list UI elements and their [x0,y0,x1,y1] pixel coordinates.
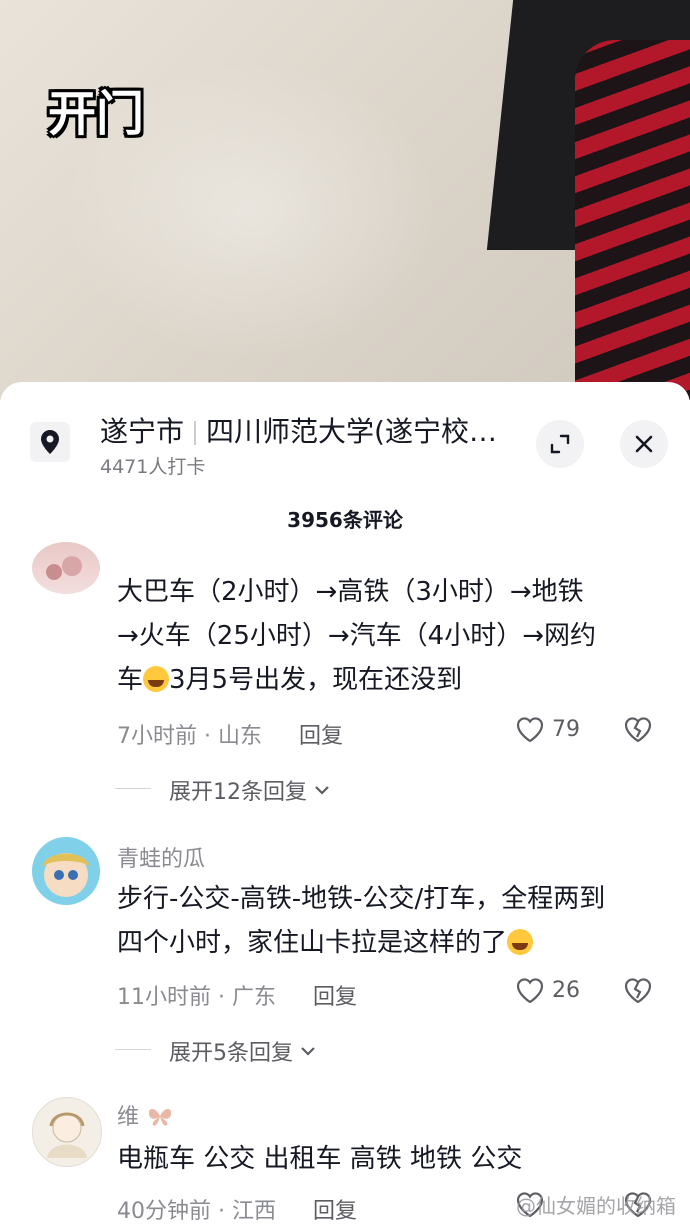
comment-fragment: 车 [117,665,144,695]
location-place: 四川师范大学(遂宁校… [206,415,497,448]
comment-text: 大巴车（2小时）→高铁（3小时）→地铁 →火车（25小时）→汽车（4小时）→网约… [117,570,662,702]
comment-fragment: 3月5号出发，现在还没到 [169,665,463,695]
expand-button[interactable] [536,420,584,468]
like-button[interactable]: 79 [514,714,580,744]
watermark: @仙女媚的收纳箱 [516,1194,676,1218]
location-city: 遂宁市 [100,415,185,448]
heart-icon [516,978,544,1004]
like-button[interactable]: 26 [514,975,580,1005]
checkin-count: 4471人打卡 [100,456,206,478]
expand-icon [550,434,570,454]
chevron-down-icon [301,1047,315,1056]
comment-time-location: 11小时前 · 广东 [117,985,276,1010]
butterfly-icon [148,1108,172,1126]
location-pin-icon [30,422,70,462]
reply-button[interactable]: 回复 [313,985,357,1010]
close-button[interactable] [620,420,668,468]
like-count: 79 [552,716,580,742]
comment-text: 步行-公交-高铁-地铁-公交/打车，全程两到 四个小时，家住山卡拉是这样的了 [117,877,662,965]
username[interactable]: 青蛙的瓜 [117,841,205,873]
video-area[interactable]: 开门 [0,0,690,400]
broken-heart-icon [624,978,652,1004]
crying-emoji-icon [507,929,534,955]
crying-laughing-emoji-icon [143,666,170,692]
heart-icon [516,717,544,743]
avatar[interactable] [32,1097,102,1167]
expand-replies[interactable]: 展开5条回复 [115,1035,319,1067]
comment-line: →火车（25小时）→汽车（4小时）→网约 [117,621,596,651]
comment-meta: 7小时前 · 山东 回复 [117,718,343,750]
location-separator [194,421,197,445]
username-text: 维 [117,1105,140,1130]
like-count: 26 [552,977,580,1003]
avatar[interactable] [32,542,100,594]
reply-button[interactable]: 回复 [299,724,343,749]
divider [115,1049,151,1050]
dislike-button[interactable] [622,714,654,748]
username[interactable]: 维 [117,1099,174,1131]
expand-replies-label: 展开5条回复 [169,1041,293,1066]
video-caption: 开门 [48,86,145,142]
broken-heart-icon [624,717,652,743]
comment-line: 大巴车（2小时）→高铁（3小时）→地铁 [117,577,584,607]
comment-line: 步行-公交-高铁-地铁-公交/打车，全程两到 [117,884,606,914]
location-title[interactable]: 遂宁市 四川师范大学(遂宁校… [100,410,497,450]
comment-meta: 40分钟前 · 江西 回复 [117,1193,357,1225]
comment-fragment: 四个小时，家住山卡拉是这样的了 [117,928,508,958]
expand-replies[interactable]: 展开12条回复 [115,774,333,806]
chevron-down-icon [315,786,329,795]
video-striped-clothing [575,40,690,400]
divider [115,788,151,789]
dislike-button[interactable] [622,975,654,1009]
expand-replies-label: 展开12条回复 [169,780,307,805]
comment-meta: 11小时前 · 广东 回复 [117,979,357,1011]
comment-count: 3956条评论 [287,508,403,532]
comment-item: 青蛙的瓜 步行-公交-高铁-地铁-公交/打车，全程两到 四个小时，家住山卡拉是这… [0,837,690,1077]
comment-text: 电瓶车 公交 出租车 高铁 地铁 公交 [117,1144,523,1174]
comment-line: 车 3月5号出发，现在还没到 [117,658,662,702]
comment-item: 大巴车（2小时）→高铁（3小时）→地铁 →火车（25小时）→汽车（4小时）→网约… [0,542,690,812]
comments-sheet: 遂宁市 四川师范大学(遂宁校… 4471人打卡 3956条评论 大巴车（2小时）→… [0,382,690,1224]
comment-line: 四个小时，家住山卡拉是这样的了 [117,921,662,965]
comment-time-location: 40分钟前 · 江西 [117,1199,276,1224]
location-bar[interactable]: 遂宁市 四川师范大学(遂宁校… 4471人打卡 [30,410,670,480]
comment-time-location: 7小时前 · 山东 [117,724,262,749]
avatar[interactable] [32,837,100,905]
reply-button[interactable]: 回复 [313,1199,357,1224]
close-icon [635,435,653,453]
